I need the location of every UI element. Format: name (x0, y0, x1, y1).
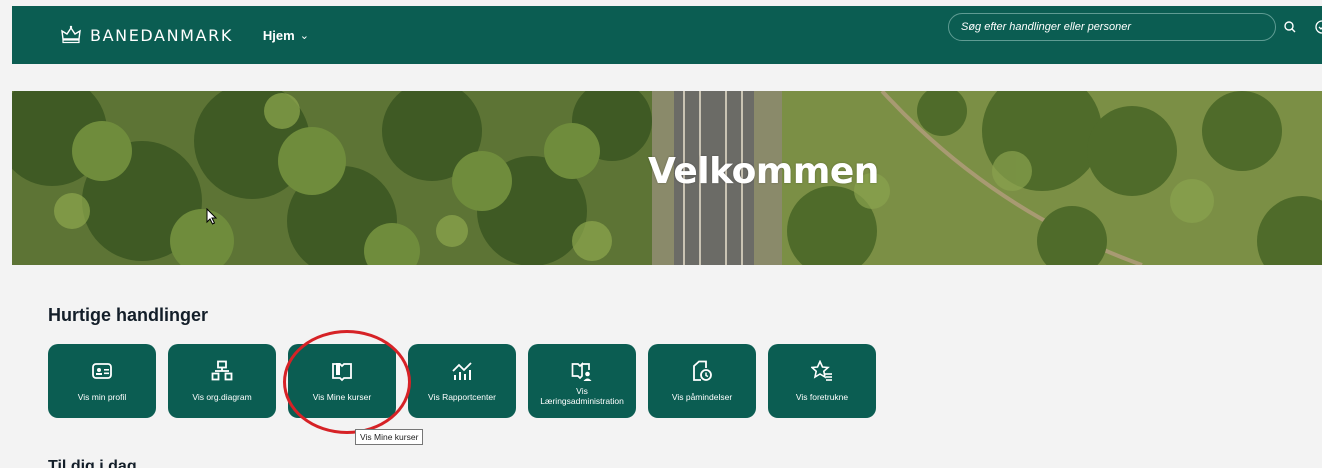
profile-card-icon (92, 363, 112, 379)
welcome-title: Velkommen (648, 151, 879, 192)
reminder-clock-icon (693, 360, 712, 381)
open-book-icon (332, 363, 352, 382)
tile-my-profile[interactable]: Vis min profil (48, 344, 156, 418)
check-circle-icon[interactable] (1314, 19, 1322, 35)
tile-label: Vis Rapportcenter (428, 392, 496, 402)
tile-label: Vis foretrukne (795, 392, 849, 402)
crown-logo-icon (61, 25, 81, 44)
learning-admin-icon (571, 361, 592, 381)
home-menu-label: Hjem (262, 27, 295, 43)
tile-label: Vis påmindelser (671, 392, 733, 402)
trend-chart-icon (452, 362, 472, 380)
tile-label: Vis Læringsadministration (532, 386, 632, 406)
tile-label-line2: Læringsadministration (540, 396, 624, 406)
quick-actions-list: Vis min profil Vis org.diagram Vis Mine … (48, 344, 876, 418)
chevron-down-icon: ⌄ (299, 29, 309, 42)
welcome-banner: Velkommen (12, 91, 1322, 265)
brand-name: BANEDANMARK (90, 25, 233, 45)
tile-label: Vis org.diagram (192, 392, 252, 402)
tile-favorites[interactable]: Vis foretrukne (768, 344, 876, 418)
quick-actions-title: Hurtige handlinger (48, 305, 209, 325)
tile-my-courses[interactable]: Vis Mine kurser (288, 344, 396, 418)
tile-learning-admin[interactable]: Vis Læringsadministration (528, 344, 636, 418)
tile-reminders[interactable]: Vis påmindelser (648, 344, 756, 418)
mouse-cursor-icon (206, 208, 218, 225)
search-icon[interactable] (1282, 19, 1298, 35)
tile-label: Vis min profil (77, 392, 127, 402)
search-input[interactable]: Søg efter handlinger eller personer (948, 13, 1276, 41)
shell-bar: BANEDANMARK Hjem ⌄ Søg efter handlinger … (12, 6, 1322, 64)
favorites-star-icon (811, 360, 832, 381)
home-menu[interactable]: Hjem ⌄ (263, 28, 309, 43)
tile-report-center[interactable]: Vis Rapportcenter (408, 344, 516, 418)
tooltip: Vis Mine kurser (355, 429, 424, 445)
tile-label: Vis Mine kurser (312, 392, 372, 402)
search-placeholder: Søg efter handlinger eller personer (961, 21, 1131, 33)
today-section-title: Til dig i dag (48, 458, 137, 468)
company-logo[interactable]: BANEDANMARK (60, 24, 233, 46)
org-chart-icon (211, 360, 233, 381)
tile-org-chart[interactable]: Vis org.diagram (168, 344, 276, 418)
tile-label-line1: Vis (576, 386, 588, 396)
